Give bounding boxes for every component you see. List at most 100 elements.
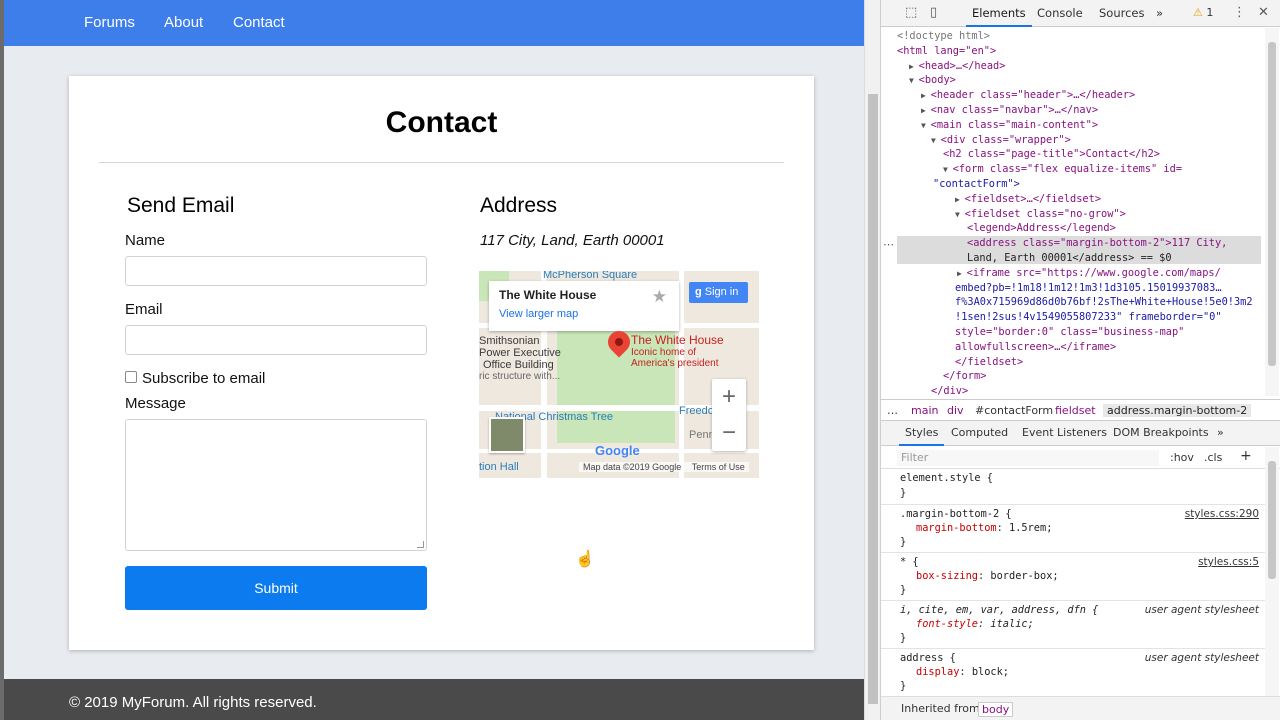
breadcrumb-address[interactable]: address.margin-bottom-2 bbox=[1103, 404, 1252, 417]
rule-source-link[interactable]: styles.css:290 bbox=[1185, 508, 1259, 520]
expand-arrow-icon[interactable]: ▶ bbox=[921, 106, 931, 115]
dom-tree-row[interactable]: <!doctype html> bbox=[897, 29, 990, 44]
nav-contact-link[interactable]: Contact bbox=[233, 14, 285, 31]
subscribe-checkbox[interactable] bbox=[125, 371, 137, 383]
pin-dot bbox=[613, 336, 625, 348]
devtools-panel: ⬚ ▯ Elements Console Sources » ⚠ 1 ⋮ ✕ ⋯… bbox=[880, 0, 1280, 720]
rule-selector[interactable]: * { bbox=[900, 556, 919, 568]
nav-forums-link[interactable]: Forums bbox=[84, 14, 135, 31]
styles-filter-bar: Filter :hov .cls + bbox=[881, 447, 1280, 469]
dom-tree-row[interactable]: <h2 class="page-title">Contact</h2> bbox=[943, 147, 1160, 162]
rule-selector[interactable]: .margin-bottom-2 { bbox=[900, 508, 1012, 520]
styles-scrollbar[interactable] bbox=[1265, 447, 1279, 697]
tab-sources[interactable]: Sources bbox=[1099, 6, 1145, 20]
terms-of-use-link[interactable]: Terms of Use bbox=[692, 462, 745, 472]
dom-tree-text: <fieldset>…</fieldset> bbox=[964, 192, 1102, 205]
kebab-menu-icon[interactable]: ⋮ bbox=[1233, 5, 1246, 20]
dom-tree-row[interactable]: ▼ <fieldset class="no-grow"> bbox=[955, 207, 1126, 222]
satellite-thumbnail[interactable] bbox=[489, 417, 525, 453]
subscribe-label[interactable]: Subscribe to email bbox=[142, 370, 265, 387]
dom-tree-row[interactable]: <legend>Address</legend> bbox=[967, 221, 1116, 236]
add-style-rule-button[interactable]: + bbox=[1240, 448, 1252, 464]
dom-tree-row[interactable]: ▶ <nav class="navbar">…</nav> bbox=[921, 103, 1098, 118]
inspect-element-icon[interactable]: ⬚ bbox=[905, 5, 917, 20]
message-textarea[interactable] bbox=[125, 419, 427, 551]
expand-arrow-icon[interactable]: ▶ bbox=[957, 269, 967, 278]
map-signin-button[interactable]: g Sign in bbox=[689, 282, 748, 303]
dom-tree-row[interactable]: ▼ <div class="wrapper"> bbox=[931, 133, 1071, 148]
dom-tree-row[interactable]: Land, Earth 00001</address> == $0 bbox=[967, 251, 1172, 266]
submit-button[interactable]: Submit bbox=[125, 566, 427, 610]
dom-tree-row[interactable]: </div> bbox=[931, 384, 968, 396]
name-input[interactable] bbox=[125, 256, 427, 286]
dom-tree-row[interactable]: embed?pb=!1m18!1m12!1m3!1d3105.150199370… bbox=[955, 281, 1222, 296]
dom-tree-row[interactable]: ▼ <main class="main-content"> bbox=[921, 118, 1098, 133]
collapse-arrow-icon[interactable]: ▼ bbox=[931, 136, 941, 145]
styles-scroll-thumb[interactable] bbox=[1268, 461, 1276, 579]
breadcrumb-div[interactable]: div bbox=[947, 404, 964, 417]
dom-tree-row[interactable]: ▶ <head>…</head> bbox=[909, 59, 1005, 74]
more-actions-icon[interactable]: ⋯ bbox=[883, 238, 894, 251]
page-scroll-thumb[interactable] bbox=[868, 94, 878, 704]
page-scrollbar[interactable] bbox=[864, 0, 880, 720]
dom-tree-row[interactable]: style="border:0" class="business-map" bbox=[955, 325, 1184, 340]
breadcrumb-main[interactable]: main bbox=[911, 404, 938, 417]
dom-tree-row[interactable]: ▶ <fieldset>…</fieldset> bbox=[955, 192, 1101, 207]
subtab-more[interactable]: » bbox=[1217, 426, 1224, 439]
device-toolbar-icon[interactable]: ▯ bbox=[930, 5, 937, 20]
zoom-out-button[interactable]: − bbox=[712, 415, 746, 451]
email-label: Email bbox=[125, 301, 163, 318]
more-tabs-button[interactable]: » bbox=[1156, 6, 1163, 20]
cls-toggle[interactable]: .cls bbox=[1204, 451, 1222, 464]
dom-tree-row[interactable]: "contactForm"> bbox=[933, 177, 1020, 192]
window-edge bbox=[0, 0, 4, 720]
subtab-styles[interactable]: Styles bbox=[898, 426, 945, 446]
subtab-event-listeners[interactable]: Event Listeners bbox=[1022, 426, 1107, 439]
dom-tree-row[interactable]: <address class="margin-bottom-2">117 Cit… bbox=[967, 236, 1227, 251]
expand-arrow-icon[interactable]: ▶ bbox=[955, 195, 965, 204]
hov-toggle[interactable]: :hov bbox=[1170, 451, 1194, 464]
email-input[interactable] bbox=[125, 325, 427, 355]
google-map-embed[interactable]: McPherson Square Smithsonian Power Execu… bbox=[479, 271, 759, 478]
dom-tree-row[interactable]: </form> bbox=[943, 369, 986, 384]
dom-tree-scroll-thumb[interactable] bbox=[1268, 42, 1276, 366]
dom-tree-row[interactable]: ▼ <body> bbox=[909, 73, 956, 88]
dom-tree-row[interactable]: ▶ <iframe src="https://www.google.com/ma… bbox=[957, 266, 1221, 281]
inherited-tag[interactable]: body bbox=[978, 702, 1014, 717]
dom-tree-scrollbar[interactable] bbox=[1265, 28, 1279, 396]
breadcrumb-fieldset[interactable]: fieldset bbox=[1055, 404, 1096, 417]
rule-selector[interactable]: element.style { bbox=[900, 472, 993, 484]
subtab-dom-breakpoints[interactable]: DOM Breakpoints bbox=[1113, 426, 1209, 439]
nav-about-link[interactable]: About bbox=[164, 14, 203, 31]
rule-source-link[interactable]: styles.css:5 bbox=[1198, 556, 1259, 568]
tab-console[interactable]: Console bbox=[1037, 6, 1083, 20]
dom-tree-row[interactable]: f%3A0x715969d86d0b76bf!2sThe+White+House… bbox=[955, 295, 1253, 310]
zoom-in-button[interactable]: + bbox=[712, 379, 746, 415]
dom-tree-row[interactable]: allowfullscreen>…</iframe> bbox=[955, 340, 1116, 355]
expand-arrow-icon[interactable]: ▶ bbox=[921, 91, 931, 100]
dom-tree-row[interactable]: </fieldset> bbox=[955, 355, 1023, 370]
collapse-arrow-icon[interactable]: ▼ bbox=[955, 210, 965, 219]
collapse-arrow-icon[interactable]: ▼ bbox=[909, 76, 919, 85]
view-larger-map-link[interactable]: View larger map bbox=[499, 308, 578, 320]
map-footer: Map data ©2019 Google Terms of Use bbox=[579, 462, 749, 472]
star-icon[interactable]: ★ bbox=[652, 287, 667, 307]
close-devtools-icon[interactable]: ✕ bbox=[1258, 5, 1269, 20]
resize-grip-icon[interactable] bbox=[417, 541, 424, 548]
dom-tree-row[interactable]: !1sen!2sus!4v1549055807233" frameborder=… bbox=[955, 310, 1222, 325]
expand-arrow-icon[interactable]: ▶ bbox=[909, 62, 919, 71]
styles-filter-input[interactable]: Filter bbox=[897, 450, 1159, 466]
rule-universal: * { styles.css:5 box-sizing: border-box;… bbox=[881, 554, 1265, 601]
tab-elements[interactable]: Elements bbox=[966, 6, 1032, 27]
breadcrumb-contactform[interactable]: #contactForm bbox=[975, 404, 1053, 417]
collapse-arrow-icon[interactable]: ▼ bbox=[921, 121, 931, 130]
dom-tree-row[interactable]: ▶ <header class="header">…</header> bbox=[921, 88, 1135, 103]
rule-declaration[interactable]: margin-bottom: 1.5rem; bbox=[916, 522, 1052, 534]
dom-tree-row[interactable]: <html lang="en"> bbox=[897, 44, 996, 59]
collapse-arrow-icon[interactable]: ▼ bbox=[943, 165, 953, 174]
rule-declaration[interactable]: box-sizing: border-box; bbox=[916, 570, 1059, 582]
dom-tree-row[interactable]: ▼ <form class="flex equalize-items" id= bbox=[943, 162, 1182, 177]
breadcrumb-more[interactable]: … bbox=[887, 404, 898, 417]
warning-count[interactable]: ⚠ 1 bbox=[1193, 6, 1213, 19]
subtab-computed[interactable]: Computed bbox=[951, 426, 1008, 439]
